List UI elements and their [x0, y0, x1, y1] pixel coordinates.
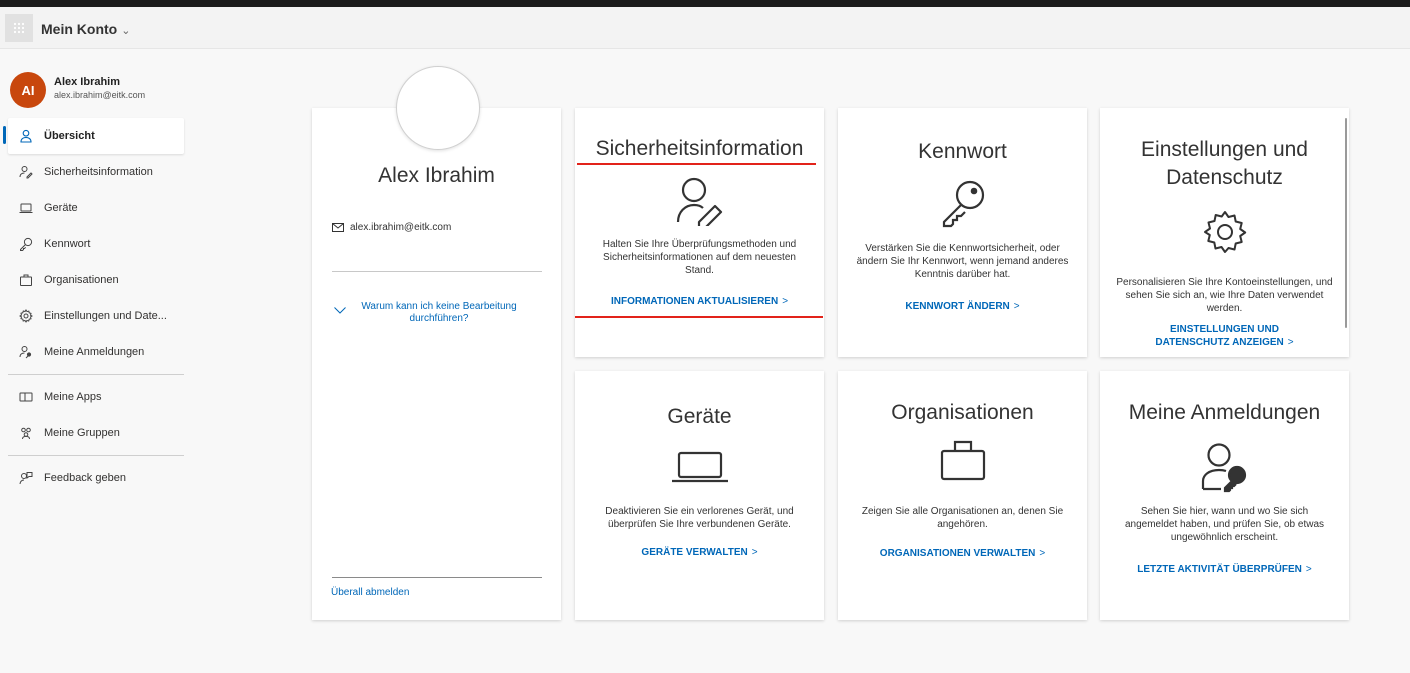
user-name: Alex Ibrahim	[54, 76, 121, 88]
tile-description: Verstärken Sie die Kennwortsicherheit, o…	[856, 243, 1069, 280]
why-cant-edit-toggle[interactable]: Warum kann ich keine Bearbeitung durchfü…	[334, 301, 544, 325]
sidebar-item-label: Kennwort	[44, 238, 91, 250]
sidebar-item-overview[interactable]: Übersicht	[3, 118, 184, 154]
tile-link-label: GERÄTE VERWALTEN	[641, 547, 748, 558]
tile-devices: Geräte Deaktivieren Sie ein verlorenes G…	[575, 371, 824, 620]
person-icon	[20, 129, 32, 143]
sidebar-item-devices[interactable]: Geräte	[8, 190, 184, 226]
gear-icon	[1203, 211, 1246, 253]
user-email: alex.ibrahim@eitk.com	[54, 90, 146, 100]
profile-email: alex.ibrahim@eitk.com	[332, 222, 451, 233]
chevron-right-icon: >	[751, 547, 758, 558]
laptop-icon	[671, 451, 728, 483]
signout-everywhere-link[interactable]: Überall abmelden	[331, 587, 409, 598]
security-info-icon	[676, 177, 722, 226]
tile-description: Personalisieren Sie Ihre Kontoeinstellun…	[1116, 277, 1333, 314]
tile-link-label: KENNWORT ÄNDERN	[905, 301, 1010, 312]
manage-devices-link[interactable]: GERÄTE VERWALTEN >	[575, 546, 824, 559]
sidebar-item-password[interactable]: Kennwort	[8, 226, 184, 262]
briefcase-icon	[20, 274, 32, 286]
chevron-right-icon: >	[782, 296, 789, 307]
waffle-icon[interactable]	[5, 14, 33, 42]
sidebar-item-label: Meine Anmeldungen	[44, 346, 145, 358]
annotation-underline-link	[575, 316, 823, 318]
tile-link-label: EINSTELLUNGEN UND DATENSCHUTZ ANZEIGEN	[1155, 324, 1284, 348]
tile-my-signins: Meine Anmeldungen Sehen Sie hier, wann u…	[1100, 371, 1349, 620]
annotation-underline-title	[577, 163, 816, 165]
chevron-right-icon: >	[1305, 564, 1312, 575]
tile-organizations: Organisationen Zeigen Sie alle Organisat…	[838, 371, 1087, 620]
change-password-link[interactable]: KENNWORT ÄNDERN >	[838, 300, 1087, 313]
chevron-right-icon: >	[1287, 337, 1294, 348]
signin-icon	[19, 346, 32, 359]
profile-email-text: alex.ibrahim@eitk.com	[350, 222, 452, 233]
profile-name: Alex Ibrahim	[378, 164, 495, 187]
sidebar-item-security-info[interactable]: Sicherheitsinformation	[8, 154, 184, 190]
top-bar: Mein Konto ⌄	[0, 7, 1410, 49]
scrollbar[interactable]	[1345, 118, 1347, 328]
tile-title: Sicherheitsinformation	[595, 137, 804, 160]
briefcase-icon	[940, 440, 985, 481]
security-info-icon	[19, 166, 33, 179]
profile-divider	[332, 577, 542, 578]
app-title[interactable]: Mein Konto ⌄	[41, 21, 130, 37]
gear-icon	[19, 309, 33, 323]
sidebar-item-label: Übersicht	[44, 130, 95, 142]
app-title-label: Mein Konto	[41, 21, 118, 37]
tile-title: Organisationen	[891, 401, 1034, 424]
groups-icon	[21, 427, 31, 440]
sidebar-item-label: Organisationen	[44, 274, 119, 286]
mail-icon	[332, 223, 344, 232]
profile-card: Alex Ibrahim alex.ibrahim@eitk.com Warum…	[312, 108, 561, 620]
laptop-icon	[19, 203, 33, 213]
sidebar-item-label: Meine Gruppen	[44, 427, 120, 439]
sidebar-item-settings[interactable]: Einstellungen und Date...	[8, 298, 184, 334]
sidebar-divider	[8, 374, 184, 375]
sidebar-item-my-apps[interactable]: Meine Apps	[8, 379, 184, 415]
profile-photo[interactable]	[396, 66, 480, 150]
profile-divider	[332, 271, 542, 272]
tile-security-info: Sicherheitsinformation Halten Sie Ihre Ü…	[575, 108, 824, 357]
chevron-right-icon: >	[1013, 301, 1020, 312]
chevron-down-icon: ⌄	[121, 25, 131, 37]
sidebar-item-label: Sicherheitsinformation	[44, 166, 153, 178]
sidebar-item-label: Geräte	[44, 202, 78, 214]
window-top-strip	[0, 0, 1410, 7]
tile-password: Kennwort Verstärken Sie die Kennwortsich…	[838, 108, 1087, 357]
tile-link-label: ORGANISATIONEN VERWALTEN	[879, 548, 1036, 559]
tile-description: Halten Sie Ihre Überprüfungsmethoden und…	[602, 239, 797, 276]
why-cant-edit-link: Warum kann ich keine Bearbeitung durchfü…	[361, 301, 517, 324]
chevron-right-icon: >	[1039, 548, 1046, 559]
sidebar-item-my-signins[interactable]: Meine Anmeldungen	[8, 334, 184, 370]
avatar[interactable]: AI	[10, 72, 46, 108]
tile-link-label: INFORMATIONEN AKTUALISIEREN	[610, 296, 779, 307]
chevron-down-icon	[334, 307, 346, 314]
sidebar-item-label: Einstellungen und Date...	[44, 310, 167, 322]
tile-settings-privacy: Einstellungen und Datenschutz Personalis…	[1100, 108, 1349, 357]
tile-title: Geräte	[667, 405, 732, 428]
feedback-icon	[19, 472, 33, 485]
key-icon	[20, 237, 33, 251]
sidebar-item-feedback[interactable]: Feedback geben	[8, 460, 184, 496]
update-info-link[interactable]: INFORMATIONEN AKTUALISIEREN >	[575, 295, 824, 308]
tile-link-label: LETZTE AKTIVITÄT ÜBERPRÜFEN	[1137, 564, 1302, 575]
tile-description: Sehen Sie hier, wann und wo Sie sich ang…	[1124, 506, 1325, 543]
tile-description: Zeigen Sie alle Organisationen an, denen…	[861, 506, 1064, 530]
signin-icon	[1201, 443, 1246, 493]
sidebar-item-my-groups[interactable]: Meine Gruppen	[8, 415, 184, 451]
sidebar-item-label: Feedback geben	[44, 472, 126, 484]
tile-title: Kennwort	[918, 140, 1007, 163]
sidebar-item-organizations[interactable]: Organisationen	[8, 262, 184, 298]
key-icon	[942, 180, 984, 228]
manage-organizations-link[interactable]: ORGANISATIONEN VERWALTEN >	[838, 547, 1087, 560]
review-recent-activity-link[interactable]: LETZTE AKTIVITÄT ÜBERPRÜFEN >	[1100, 563, 1349, 576]
sidebar-item-label: Meine Apps	[44, 391, 102, 403]
tile-title: Einstellungen und Datenschutz	[1141, 138, 1308, 189]
apps-icon	[19, 392, 33, 402]
sidebar-divider	[8, 455, 184, 456]
tile-title: Meine Anmeldungen	[1128, 401, 1321, 424]
tile-description: Deaktivieren Sie ein verlorenes Gerät, u…	[605, 506, 794, 530]
sidebar-nav: Übersicht Sicherheitsinformation Geräte …	[3, 118, 184, 496]
view-settings-privacy-link[interactable]: EINSTELLUNGEN UND DATENSCHUTZ ANZEIGEN >	[1100, 323, 1349, 349]
